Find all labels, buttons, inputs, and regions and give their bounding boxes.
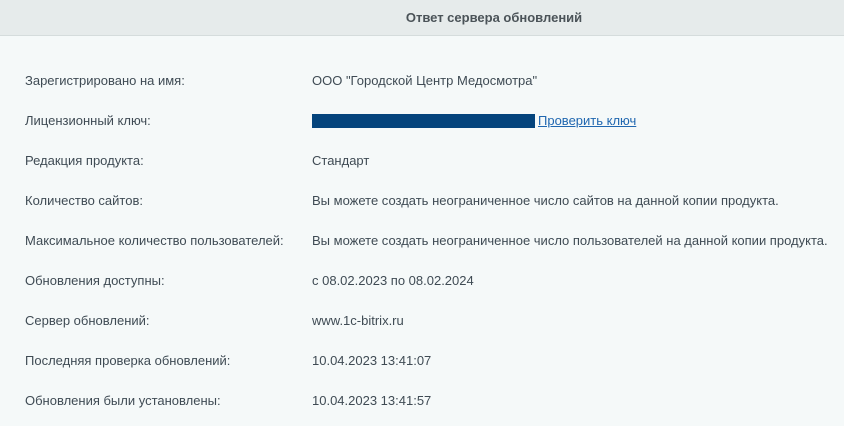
update-server-label: Сервер обновлений: [25, 313, 150, 328]
license-key-label: Лицензионный ключ: [25, 113, 151, 128]
row-max-users: Максимальное количество пользователей: В… [0, 221, 844, 261]
info-table: Зарегистрировано на имя: ООО "Городской … [0, 61, 844, 421]
last-check-label: Последняя проверка обновлений: [25, 353, 231, 368]
row-registered-name: Зарегистрировано на имя: ООО "Городской … [0, 61, 844, 101]
license-key-redaction [312, 114, 535, 128]
last-check-value: 10.04.2023 13:41:07 [312, 353, 432, 368]
row-last-check: Последняя проверка обновлений: 10.04.202… [0, 341, 844, 381]
update-server-response-panel: Ответ сервера обновлений Зарегистрирован… [0, 0, 844, 426]
row-update-server: Сервер обновлений: www.1c-bitrix.ru [0, 301, 844, 341]
row-license-key: Лицензионный ключ: Проверить ключ [0, 101, 844, 141]
panel-title: Ответ сервера обновлений [405, 10, 583, 25]
registered-name-label: Зарегистрировано на имя: [25, 73, 185, 88]
row-sites-count: Количество сайтов: Вы можете создать нео… [0, 181, 844, 221]
max-users-value: Вы можете создать неограниченное число п… [312, 233, 828, 248]
check-key-link[interactable]: Проверить ключ [538, 101, 636, 141]
license-key-value: Проверить ключ [312, 101, 636, 141]
row-updates-installed: Обновления были установлены: 10.04.2023 … [0, 381, 844, 421]
updates-installed-value: 10.04.2023 13:41:57 [312, 393, 432, 408]
product-edition-label: Редакция продукта: [25, 153, 144, 168]
updates-available-value: с 08.02.2023 по 08.02.2024 [312, 273, 474, 288]
max-users-label: Максимальное количество пользователей: [25, 233, 284, 248]
update-server-value: www.1c-bitrix.ru [312, 313, 404, 328]
updates-available-label: Обновления доступны: [25, 273, 165, 288]
row-product-edition: Редакция продукта: Стандарт [0, 141, 844, 181]
row-updates-available: Обновления доступны: с 08.02.2023 по 08.… [0, 261, 844, 301]
product-edition-value: Стандарт [312, 153, 370, 168]
updates-installed-label: Обновления были установлены: [25, 393, 221, 408]
sites-count-value: Вы можете создать неограниченное число с… [312, 193, 779, 208]
sites-count-label: Количество сайтов: [25, 193, 143, 208]
panel-header: Ответ сервера обновлений [0, 0, 844, 36]
registered-name-value: ООО "Городской Центр Медосмотра" [312, 73, 538, 88]
